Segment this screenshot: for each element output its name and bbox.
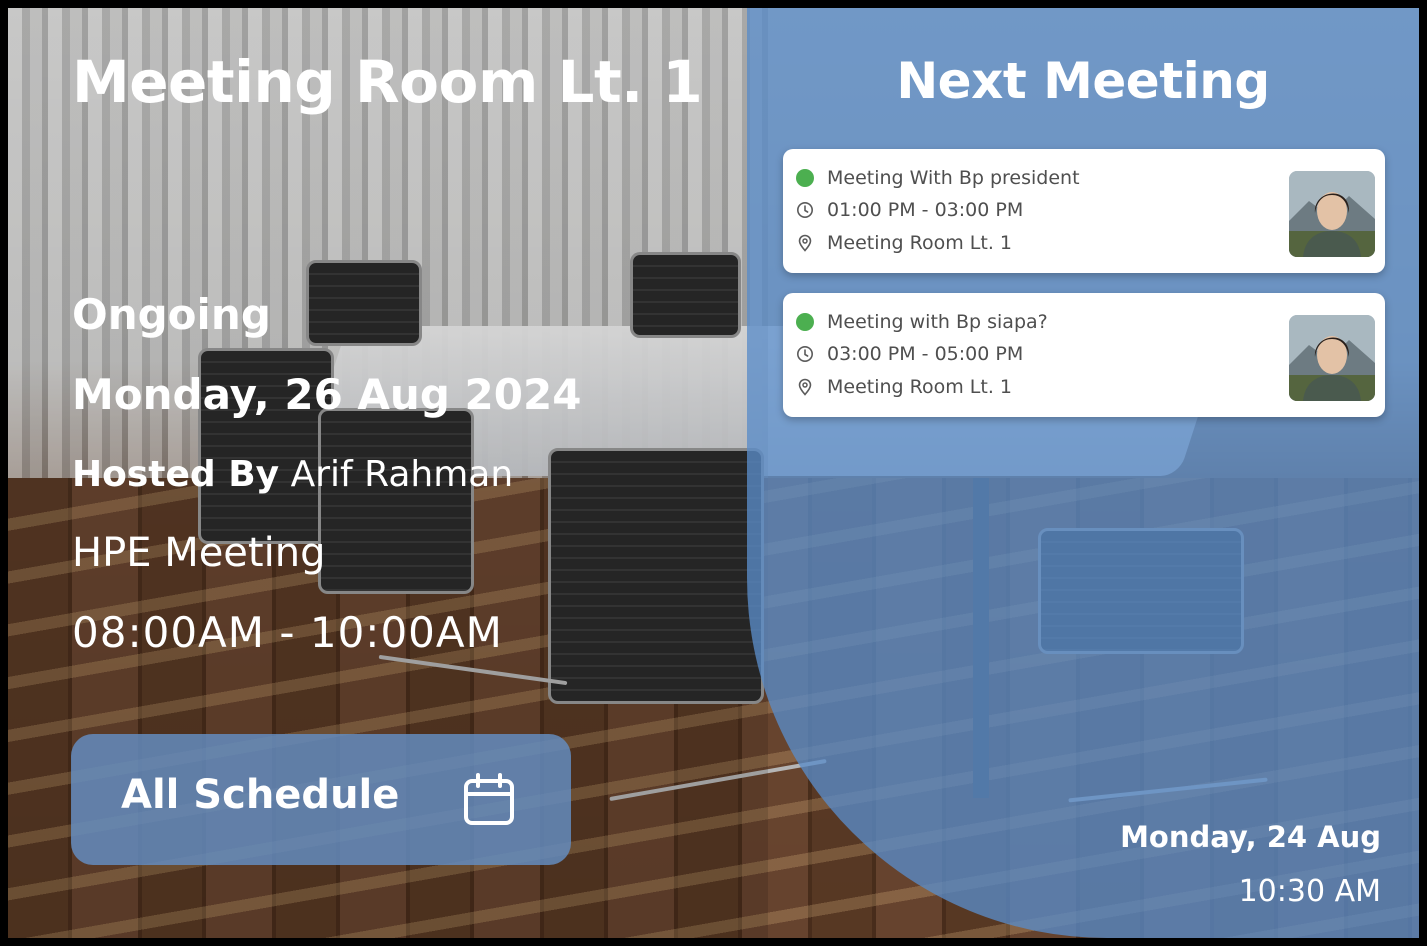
next-meeting-title: Next Meeting bbox=[896, 52, 1270, 110]
current-time: 10:30 AM bbox=[1238, 874, 1381, 909]
meeting-card-title: Meeting with Bp siapa? bbox=[827, 311, 1048, 333]
calendar-icon bbox=[461, 772, 517, 828]
meeting-title-row: Meeting with Bp siapa? bbox=[795, 311, 1048, 333]
all-schedule-button[interactable]: All Schedule bbox=[71, 734, 571, 865]
meeting-time-row: 03:00 PM - 05:00 PM bbox=[795, 343, 1023, 365]
host-line: Hosted By Arif Rahman bbox=[72, 454, 513, 495]
room-title: Meeting Room Lt. 1 bbox=[72, 48, 703, 116]
host-name: Arif Rahman bbox=[290, 454, 514, 495]
clock-icon bbox=[795, 200, 815, 220]
meeting-location-row: Meeting Room Lt. 1 bbox=[795, 232, 1012, 254]
clock-icon bbox=[795, 344, 815, 364]
meeting-time: 08:00AM - 10:00AM bbox=[72, 608, 503, 657]
hosted-by-label: Hosted By bbox=[72, 454, 280, 495]
meeting-card[interactable]: Meeting With Bp president 01:00 PM - 03:… bbox=[783, 149, 1385, 273]
meeting-card-location: Meeting Room Lt. 1 bbox=[827, 232, 1012, 254]
location-pin-icon bbox=[795, 377, 815, 397]
meeting-room-display: Next Meeting Meeting With Bp president 0… bbox=[8, 8, 1419, 938]
next-meeting-panel: Next Meeting Meeting With Bp president 0… bbox=[747, 8, 1419, 938]
location-pin-icon bbox=[795, 233, 815, 253]
meeting-card-title: Meeting With Bp president bbox=[827, 167, 1080, 189]
status-dot-icon bbox=[795, 168, 815, 188]
status-dot-icon bbox=[795, 312, 815, 332]
meeting-title-row: Meeting With Bp president bbox=[795, 167, 1080, 189]
meeting-time-row: 01:00 PM - 03:00 PM bbox=[795, 199, 1023, 221]
meeting-card[interactable]: Meeting with Bp siapa? 03:00 PM - 05:00 … bbox=[783, 293, 1385, 417]
host-avatar bbox=[1289, 171, 1375, 257]
meeting-card-location: Meeting Room Lt. 1 bbox=[827, 376, 1012, 398]
meeting-status: Ongoing bbox=[72, 290, 271, 339]
meeting-location-row: Meeting Room Lt. 1 bbox=[795, 376, 1012, 398]
meeting-date: Monday, 26 Aug 2024 bbox=[72, 370, 582, 419]
all-schedule-label: All Schedule bbox=[121, 772, 400, 818]
current-date: Monday, 24 Aug bbox=[1120, 820, 1381, 854]
meeting-card-time: 03:00 PM - 05:00 PM bbox=[827, 343, 1024, 365]
meeting-name: HPE Meeting bbox=[72, 530, 326, 576]
host-avatar bbox=[1289, 315, 1375, 401]
meeting-card-time: 01:00 PM - 03:00 PM bbox=[827, 199, 1024, 221]
